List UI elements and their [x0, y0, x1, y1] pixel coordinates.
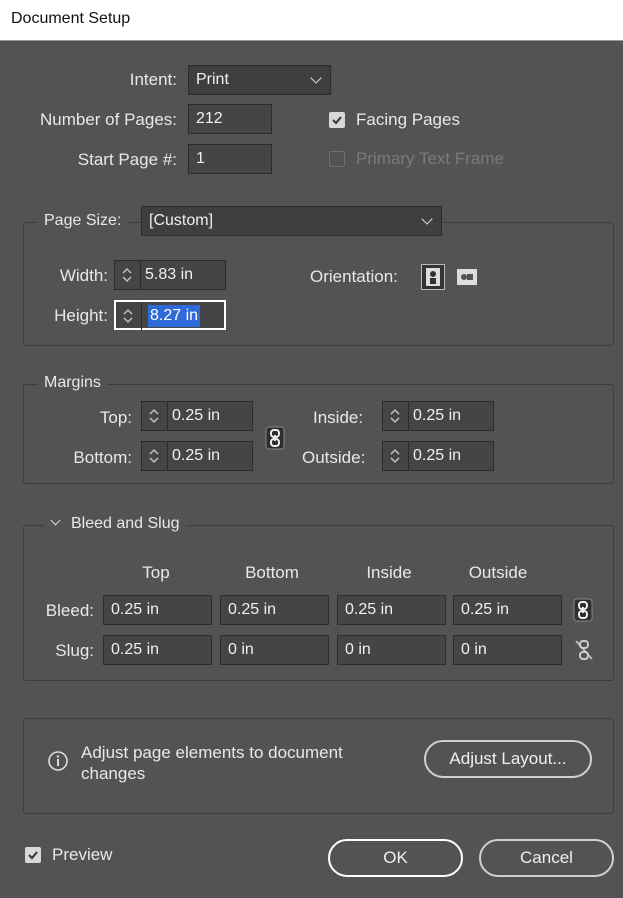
- adjust-layout-button[interactable]: Adjust Layout...: [424, 740, 592, 778]
- bleed-bottom-field[interactable]: 0.25 in: [220, 595, 329, 625]
- margins-title: Margins: [38, 374, 107, 392]
- landscape-orientation-icon[interactable]: [456, 267, 478, 287]
- chevron-down-icon: [421, 213, 433, 225]
- column-header-outside: Outside: [468, 563, 528, 582]
- page-size-dropdown[interactable]: [Custom]: [141, 206, 442, 236]
- broken-chain-link-icon[interactable]: [573, 638, 595, 662]
- stepper-arrows-icon[interactable]: [142, 402, 168, 430]
- bleed-outside-field[interactable]: 0.25 in: [453, 595, 562, 625]
- portrait-orientation-icon[interactable]: [421, 264, 445, 290]
- bleed-top-field[interactable]: 0.25 in: [103, 595, 212, 625]
- margin-top-label: Top:: [99, 408, 132, 427]
- intent-label: Intent:: [129, 70, 177, 89]
- cancel-button[interactable]: Cancel: [479, 839, 614, 877]
- start-page-label: Start Page #:: [77, 150, 177, 169]
- height-stepper[interactable]: 8.27 in: [114, 300, 226, 330]
- slug-inside-field[interactable]: 0 in: [337, 635, 446, 665]
- width-stepper[interactable]: 5.83 in: [114, 260, 226, 290]
- slug-bottom-field[interactable]: 0 in: [220, 635, 329, 665]
- start-page-field[interactable]: 1: [188, 144, 272, 174]
- slug-label: Slug:: [55, 641, 94, 660]
- number-of-pages-field[interactable]: 212: [188, 104, 272, 134]
- stepper-arrows-icon[interactable]: [115, 261, 141, 289]
- preview-label: Preview: [52, 845, 113, 864]
- info-icon: [47, 750, 69, 772]
- stepper-arrows-icon[interactable]: [116, 302, 142, 330]
- window-titlebar: Document Setup: [0, 0, 623, 41]
- margin-outside-label: Outside:: [302, 448, 366, 467]
- column-header-inside: Inside: [366, 563, 412, 582]
- bleed-slug-title: Bleed and Slug: [71, 515, 180, 532]
- primary-text-frame-checkbox[interactable]: [329, 151, 345, 167]
- stepper-arrows-icon[interactable]: [383, 402, 409, 430]
- slug-outside-field[interactable]: 0 in: [453, 635, 562, 665]
- width-label: Width:: [59, 266, 108, 285]
- width-value: 5.83 in: [145, 266, 194, 283]
- margin-inside-label: Inside:: [313, 408, 364, 427]
- chain-link-icon[interactable]: [573, 598, 593, 622]
- margin-top-stepper[interactable]: 0.25 in: [141, 401, 253, 431]
- column-header-top: Top: [142, 563, 170, 582]
- margins-group: [23, 384, 614, 484]
- chevron-down-icon: [310, 72, 322, 84]
- chevron-down-icon: [50, 515, 61, 526]
- number-of-pages-label: Number of Pages:: [39, 110, 177, 129]
- facing-pages-label: Facing Pages: [356, 110, 460, 129]
- margin-outside-stepper[interactable]: 0.25 in: [382, 441, 494, 471]
- margin-inside-value: 0.25 in: [413, 407, 462, 424]
- margin-bottom-stepper[interactable]: 0.25 in: [141, 441, 253, 471]
- chain-link-icon[interactable]: [265, 426, 285, 450]
- bleed-inside-field[interactable]: 0.25 in: [337, 595, 446, 625]
- adjust-layout-message: Adjust page elements to document changes: [81, 743, 343, 783]
- orientation-label: Orientation:: [310, 267, 398, 286]
- margin-outside-value: 0.25 in: [413, 447, 462, 464]
- window-title: Document Setup: [11, 10, 131, 27]
- slug-top-field[interactable]: 0.25 in: [103, 635, 212, 665]
- stepper-arrows-icon[interactable]: [142, 442, 168, 470]
- height-label: Height:: [54, 306, 108, 325]
- margin-top-value: 0.25 in: [172, 407, 221, 424]
- checkmark-icon: [332, 116, 342, 125]
- height-value: 8.27 in: [148, 305, 201, 327]
- checkmark-icon: [28, 851, 38, 860]
- ok-button[interactable]: OK: [328, 839, 463, 877]
- primary-text-frame-label: Primary Text Frame: [356, 149, 504, 168]
- margin-inside-stepper[interactable]: 0.25 in: [382, 401, 494, 431]
- margin-bottom-label: Bottom:: [73, 448, 132, 467]
- page-size-value: [Custom]: [149, 212, 214, 229]
- page-size-label: Page Size:: [38, 212, 128, 230]
- margin-bottom-value: 0.25 in: [172, 447, 221, 464]
- preview-checkbox[interactable]: [25, 847, 41, 863]
- bleed-label: Bleed:: [45, 601, 94, 620]
- facing-pages-checkbox[interactable]: [329, 112, 345, 128]
- column-header-bottom: Bottom: [245, 563, 299, 582]
- intent-value: Print: [196, 71, 229, 88]
- bleed-slug-header[interactable]: Bleed and Slug: [44, 515, 186, 533]
- stepper-arrows-icon[interactable]: [383, 442, 409, 470]
- intent-dropdown[interactable]: Print: [188, 65, 331, 95]
